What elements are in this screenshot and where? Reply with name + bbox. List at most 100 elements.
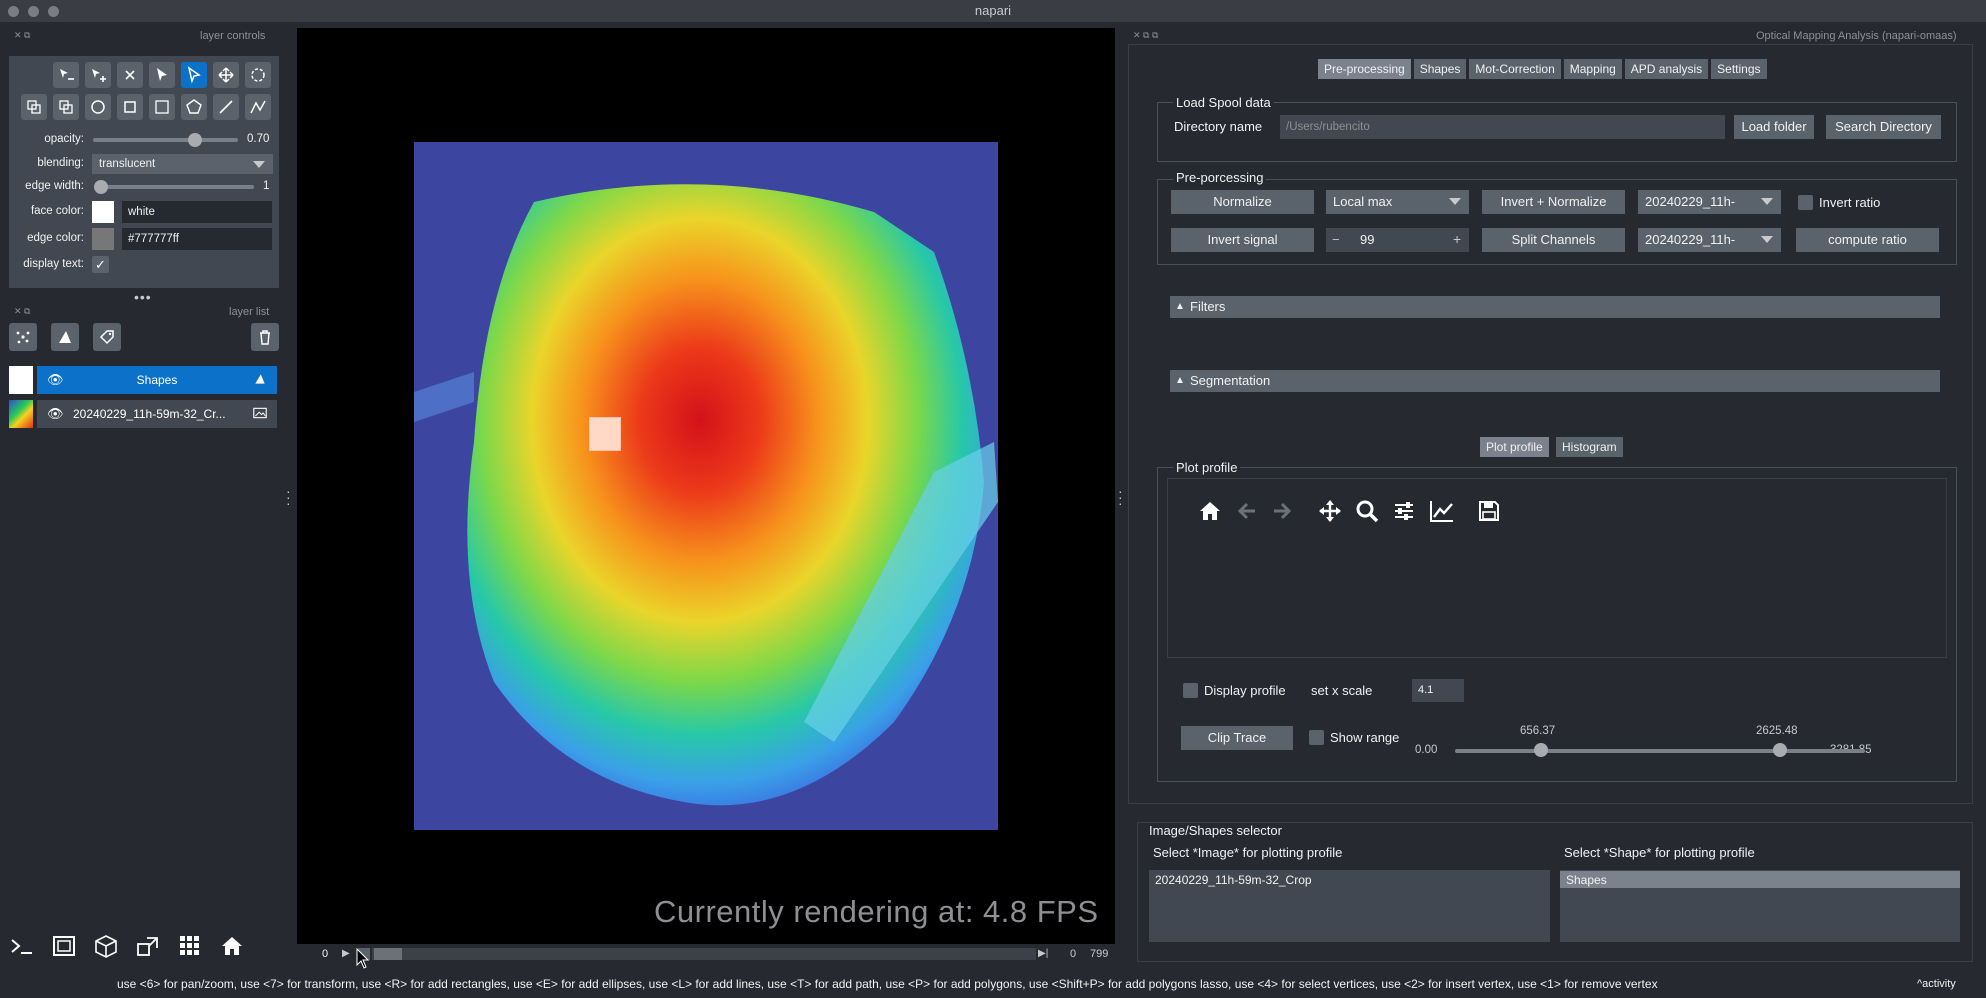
subplots-config-icon[interactable] <box>1392 499 1416 526</box>
save-figure-icon[interactable] <box>1477 499 1501 526</box>
opacity-slider-handle[interactable] <box>187 133 202 147</box>
dock-float-icon[interactable]: ✕ ⧉ <box>14 30 30 41</box>
move-to-back-button[interactable] <box>53 94 79 120</box>
spin-plus-button[interactable]: + <box>1453 231 1461 247</box>
frame-slider[interactable] <box>372 948 1036 960</box>
delete-shape-button[interactable] <box>117 62 143 88</box>
x-scale-input[interactable]: 4.1 <box>1412 679 1464 702</box>
activity-button[interactable]: ^activity <box>1917 970 1956 998</box>
direct-select-tool-button[interactable] <box>181 62 207 88</box>
segmentation-section-header[interactable]: ▲ Segmentation <box>1170 370 1940 392</box>
edge-color-field[interactable]: #777777ff <box>122 228 272 250</box>
play-button[interactable]: ▶ <box>342 948 350 959</box>
viewer-canvas[interactable]: Currently rendering at: 4.8 FPS <box>297 28 1115 944</box>
add-vertex-tool-button[interactable] <box>85 62 111 88</box>
spin-value[interactable]: 99 <box>1360 232 1374 247</box>
clip-trace-button[interactable]: Clip Trace <box>1181 726 1293 750</box>
range-slider-high-handle[interactable] <box>1773 743 1787 757</box>
dock-resize-handle[interactable]: ••• <box>134 289 152 305</box>
shape-selector-label: Select *Shape* for plotting profile <box>1564 845 1755 860</box>
display-profile-checkbox[interactable] <box>1183 683 1198 698</box>
list-item-selected[interactable]: Shapes <box>1560 871 1960 888</box>
new-labels-layer-button[interactable] <box>93 323 121 351</box>
filters-section-header[interactable]: ▲ Filters <box>1170 296 1940 318</box>
edge-width-slider[interactable] <box>99 185 254 189</box>
pan-icon[interactable] <box>1318 499 1342 526</box>
tab-mot-correction[interactable]: Mot-Correction <box>1469 59 1561 79</box>
last-frame-icon[interactable]: ▶| <box>1038 948 1048 959</box>
pan-zoom-tool-button[interactable] <box>213 62 239 88</box>
list-item[interactable]: 20240229_11h-59m-32_Crop <box>1155 873 1312 887</box>
dock-float-icon-2[interactable]: ✕ ⧉ <box>14 306 30 317</box>
spinbox[interactable]: − 99 + <box>1326 228 1469 252</box>
tab-shapes[interactable]: Shapes <box>1413 59 1467 79</box>
transform-tool-button[interactable] <box>245 62 271 88</box>
add-ellipse-tool-button[interactable] <box>85 94 111 120</box>
rectangle-shape[interactable] <box>589 417 621 451</box>
new-shapes-layer-button[interactable] <box>51 323 79 351</box>
layer-row-image[interactable]: 👁 20240229_11h-59m-32_Cr... <box>37 400 277 428</box>
image-select-dropdown-2[interactable]: 20240229_11h- <box>1638 228 1781 252</box>
edge-width-slider-handle[interactable] <box>94 180 108 194</box>
layer-controls-content: opacity: 0.70 blending: translucent edge… <box>9 56 279 288</box>
select-shape-tool-button[interactable] <box>149 62 175 88</box>
zoom-icon[interactable] <box>1355 499 1379 526</box>
move-to-front-button[interactable] <box>21 94 47 120</box>
eye-icon[interactable]: 👁 <box>47 406 64 422</box>
forward-arrow-icon[interactable] <box>1270 499 1294 526</box>
grid-view-button[interactable] <box>177 934 203 961</box>
tab-mapping[interactable]: Mapping <box>1563 59 1622 79</box>
add-path-tool-button[interactable] <box>245 94 271 120</box>
add-polygon-tool-button[interactable] <box>181 94 207 120</box>
image-select-value-1: 20240229_11h- <box>1645 194 1736 209</box>
invert-normalize-button[interactable]: Invert + Normalize <box>1482 190 1625 214</box>
search-directory-button[interactable]: Search Directory <box>1826 115 1941 139</box>
spin-minus-button[interactable]: − <box>1332 232 1340 247</box>
compute-ratio-button[interactable]: compute ratio <box>1796 228 1939 252</box>
tab-apd-analysis[interactable]: APD analysis <box>1624 59 1709 79</box>
add-polygon-lasso-tool-button[interactable] <box>149 94 175 120</box>
roll-dims-button[interactable] <box>135 934 161 961</box>
split-channels-button[interactable]: Split Channels <box>1482 228 1625 252</box>
tab-plot-profile[interactable]: Plot profile <box>1480 437 1549 457</box>
normalize-method-dropdown[interactable]: Local max <box>1326 190 1469 214</box>
back-arrow-icon[interactable] <box>1235 499 1259 526</box>
delete-vertex-tool-button[interactable] <box>53 62 79 88</box>
chevron-down-icon <box>1761 198 1773 205</box>
range-slider-low-handle[interactable] <box>1534 743 1548 757</box>
range-slider[interactable] <box>1455 749 1865 753</box>
blending-dropdown[interactable]: translucent <box>92 154 273 174</box>
right-dock-splitter[interactable]: · · · <box>1118 484 1123 510</box>
shape-selector-list[interactable]: Shapes <box>1560 870 1960 942</box>
new-points-layer-button[interactable] <box>9 323 37 351</box>
invert-signal-button[interactable]: Invert signal <box>1171 228 1314 252</box>
delete-layer-button[interactable] <box>251 323 279 351</box>
normalize-button[interactable]: Normalize <box>1171 190 1314 214</box>
frame-slider-thumb[interactable] <box>374 948 402 960</box>
edge-color-swatch[interactable] <box>92 228 114 250</box>
face-color-field[interactable]: white <box>122 201 272 223</box>
home-icon[interactable] <box>1198 499 1222 526</box>
layer-row-shapes[interactable]: 👁 Shapes <box>37 366 277 394</box>
face-color-swatch[interactable] <box>92 201 114 223</box>
edit-axis-icon[interactable] <box>1429 499 1455 526</box>
display-text-checkbox[interactable]: ✓ <box>92 256 109 273</box>
show-range-checkbox[interactable] <box>1309 730 1324 745</box>
opacity-slider[interactable] <box>93 138 238 142</box>
left-dock-splitter[interactable]: · · · <box>286 484 291 510</box>
tab-settings[interactable]: Settings <box>1711 59 1767 79</box>
console-button[interactable] <box>9 934 35 961</box>
image-selector-list[interactable]: 20240229_11h-59m-32_Crop <box>1149 870 1550 942</box>
image-select-dropdown-1[interactable]: 20240229_11h- <box>1638 190 1781 214</box>
home-button[interactable] <box>219 934 245 961</box>
directory-input[interactable]: /Users/rubencito <box>1280 115 1725 139</box>
add-rectangle-tool-button[interactable] <box>117 94 143 120</box>
tab-histogram[interactable]: Histogram <box>1556 437 1623 457</box>
toggle-ndisplay-button[interactable] <box>51 934 77 961</box>
dock-float-icon-3[interactable]: ✕ ⧉ ⧉ <box>1133 30 1158 41</box>
3d-view-button[interactable] <box>93 934 119 961</box>
load-folder-button[interactable]: Load folder <box>1734 115 1814 139</box>
tab-pre-processing[interactable]: Pre-processing <box>1318 59 1411 79</box>
add-line-tool-button[interactable] <box>213 94 239 120</box>
invert-ratio-checkbox[interactable] <box>1798 195 1813 210</box>
